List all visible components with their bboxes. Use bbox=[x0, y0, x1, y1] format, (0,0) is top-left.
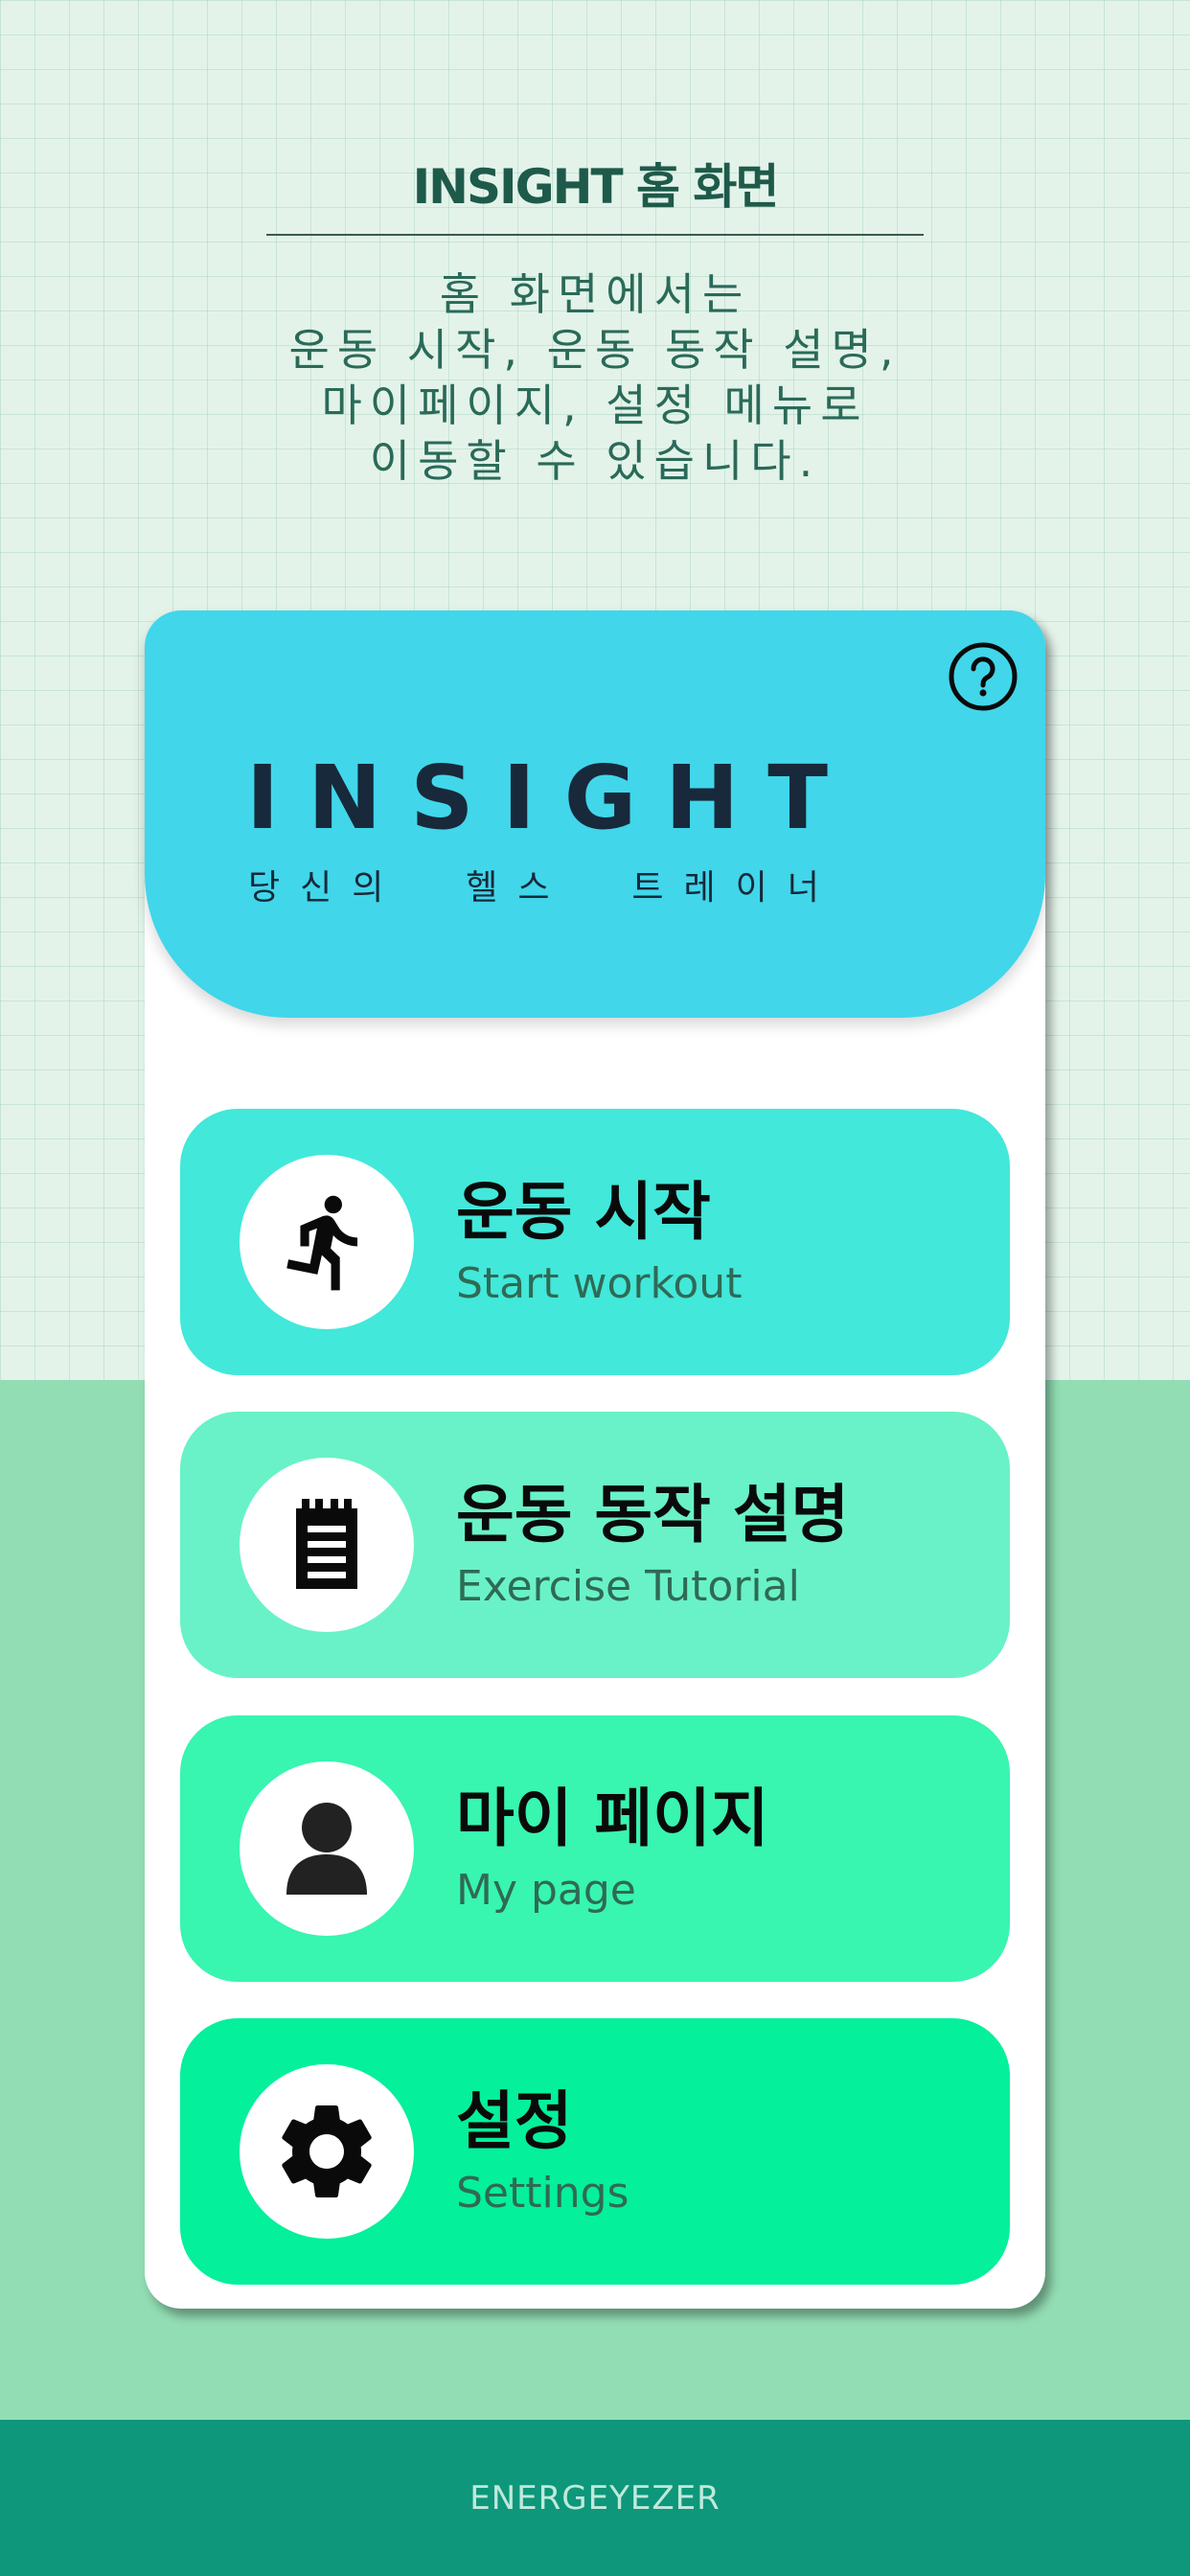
menu-subtitle: Exercise Tutorial bbox=[456, 1562, 800, 1611]
settings-button[interactable]: 설정 Settings bbox=[180, 2018, 1010, 2285]
menu-subtitle: Settings bbox=[456, 2169, 629, 2218]
question-circle-icon[interactable] bbox=[948, 641, 1018, 712]
menu-subtitle: My page bbox=[456, 1866, 636, 1915]
menu-title: 운동 동작 설명 bbox=[456, 1478, 850, 1552]
icon-circle bbox=[240, 1761, 414, 1936]
my-page-button[interactable]: 마이 페이지 My page bbox=[180, 1715, 1010, 1982]
menu-subtitle: Start workout bbox=[456, 1259, 743, 1308]
icon-circle bbox=[240, 1458, 414, 1632]
footer-label: ENERGEYEZER bbox=[469, 2478, 721, 2518]
menu-title: 운동 시작 bbox=[456, 1175, 711, 1249]
hero-banner: INSIGHT 당신의 헬스 트레이너 bbox=[145, 610, 1045, 1018]
start-workout-button[interactable]: 운동 시작 Start workout bbox=[180, 1109, 1010, 1375]
intro-title: INSIGHT 홈 화면 bbox=[412, 159, 780, 215]
notepad-icon bbox=[296, 1499, 357, 1589]
intro-divider bbox=[266, 234, 924, 236]
icon-circle bbox=[240, 1155, 414, 1329]
footer-bar: ENERGEYEZER bbox=[0, 2420, 1190, 2576]
phone-home-card: INSIGHT 당신의 헬스 트레이너 운동 시작 Start workout bbox=[145, 610, 1045, 2309]
brand-title: INSIGHT bbox=[246, 747, 857, 849]
brand-tagline: 당신의 헬스 트레이너 bbox=[248, 868, 839, 908]
person-icon bbox=[286, 1803, 367, 1895]
menu-title: 마이 페이지 bbox=[456, 1782, 769, 1855]
running-person-icon bbox=[286, 1195, 358, 1291]
gear-icon bbox=[282, 2105, 372, 2197]
menu-title: 설정 bbox=[456, 2084, 573, 2158]
exercise-tutorial-button[interactable]: 운동 동작 설명 Exercise Tutorial bbox=[180, 1412, 1010, 1678]
icon-circle bbox=[240, 2064, 414, 2239]
intro-description: 홈 화면에서는 운동 시작, 운동 동작 설명, 마이페이지, 설정 메뉴로 이… bbox=[288, 268, 902, 487]
